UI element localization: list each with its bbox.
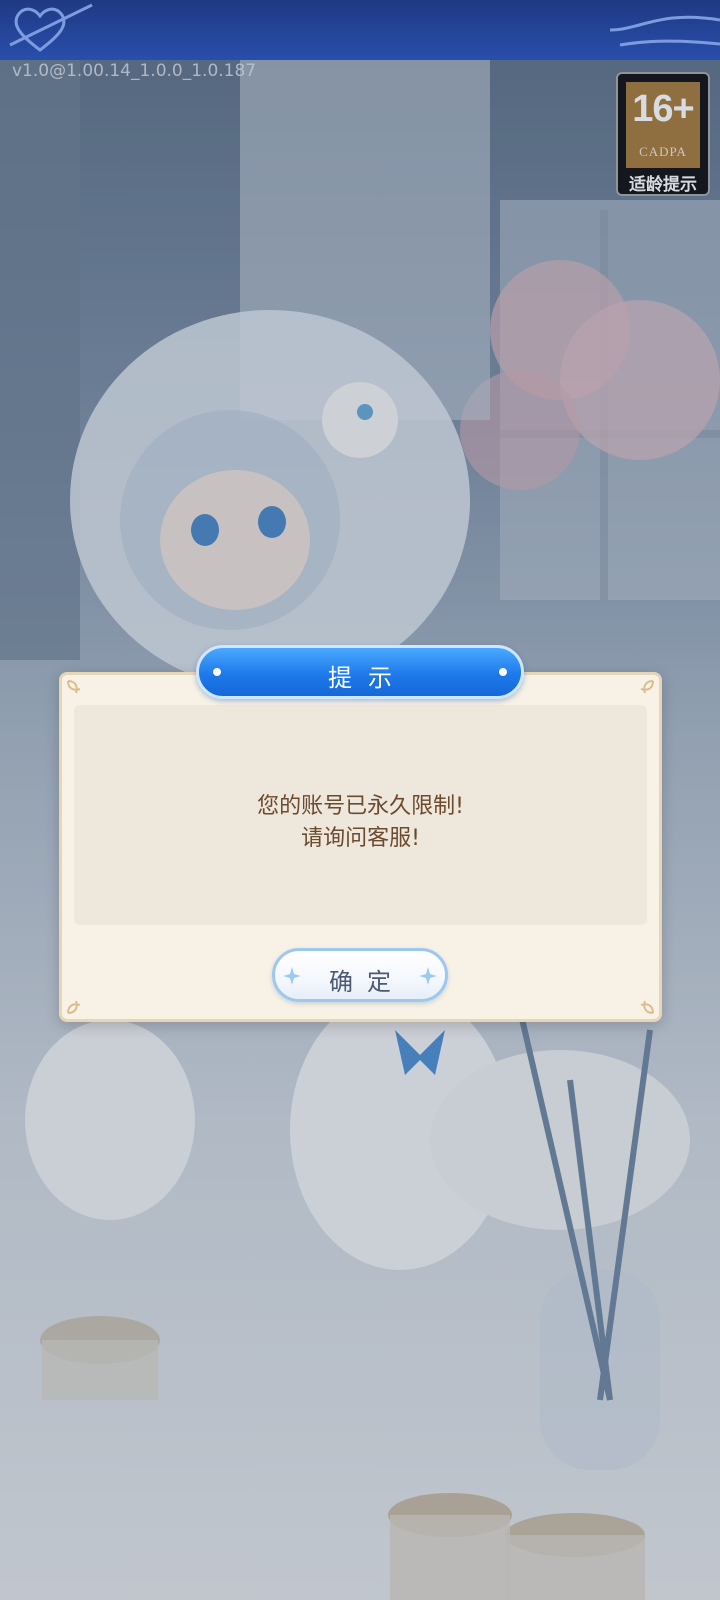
dialog-title: 提示 bbox=[328, 664, 408, 692]
dialog-message: 您的账号已永久限制! 请询问客服! bbox=[74, 791, 647, 855]
corner-ornament-icon bbox=[67, 680, 81, 694]
corner-ornament-icon bbox=[67, 1000, 81, 1014]
sparkle-icon bbox=[419, 967, 437, 985]
sparkle-icon bbox=[499, 668, 507, 676]
dialog-content: 您的账号已永久限制! 请询问客服! bbox=[74, 705, 647, 925]
message-line-2: 请询问客服! bbox=[301, 826, 420, 851]
corner-ornament-icon bbox=[640, 680, 654, 694]
confirm-button[interactable]: 确定 bbox=[272, 948, 448, 1002]
message-line-1: 您的账号已永久限制! bbox=[257, 794, 464, 819]
game-screen: v1.0@1.00.14_1.0.0_1.0.187 16+ CADPA 适龄提… bbox=[0, 0, 720, 1600]
dialog-title-banner: 提示 bbox=[196, 645, 524, 699]
corner-ornament-icon bbox=[640, 1000, 654, 1014]
